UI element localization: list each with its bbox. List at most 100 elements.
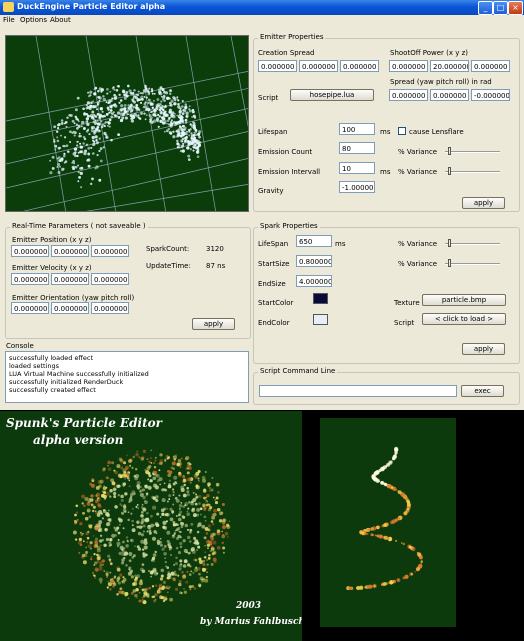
script-command-label: Script Command Line (258, 367, 338, 375)
spark-lifespan-variance-thumb[interactable] (447, 239, 451, 247)
menu-file[interactable]: File (3, 16, 15, 24)
creation-spread-x[interactable]: 0.000000 (258, 60, 297, 72)
emitter-velocity-label: Emitter Velocity (x y z) (12, 264, 92, 272)
spark-count-value: 3120 (206, 245, 224, 253)
emitter-position-y[interactable]: 0.000000 (51, 245, 89, 257)
credit-author: by Marius Fahlbusch (200, 617, 302, 627)
emission-count-input[interactable]: 80 (339, 142, 375, 154)
shootoff-y[interactable]: 20.000000 (430, 60, 469, 72)
emitter-velocity-y[interactable]: 0.000000 (51, 273, 89, 285)
window-title: DuckEngine Particle Editor alpha (17, 2, 166, 11)
console-line: loaded settings (9, 362, 60, 370)
spark-lifespan-unit: ms (335, 240, 346, 248)
spark-apply-button[interactable]: apply (462, 343, 505, 355)
endcolor-swatch[interactable] (313, 314, 328, 325)
exec-button[interactable]: exec (461, 385, 504, 397)
shootoff-z[interactable]: 0.000000 (471, 60, 510, 72)
lifespan-input[interactable]: 100 (339, 123, 375, 135)
emission-interval-input[interactable]: 10 (339, 162, 375, 174)
particle-preview-canvas (6, 36, 248, 211)
startcolor-swatch[interactable] (313, 293, 328, 304)
emitter-apply-button[interactable]: apply (462, 197, 505, 209)
creation-spread-label: Creation Spread (258, 49, 315, 57)
spark-script-button[interactable]: < click to load > (422, 313, 506, 325)
script-command-input[interactable] (259, 385, 457, 397)
editor-window: DuckEngine Particle Editor alpha _ □ × F… (0, 0, 524, 410)
emitter-orientation-yaw[interactable]: 0.000000 (11, 302, 49, 314)
menu-bar: File Options About (0, 15, 524, 26)
realtime-apply-button[interactable]: apply (192, 318, 235, 330)
app-duck-icon (3, 2, 14, 12)
spark-properties-label: Spark Properties (258, 222, 320, 230)
grid-lines (6, 36, 248, 211)
update-time-label: UpdateTime: (146, 262, 191, 270)
emitter-script-button[interactable]: hosepipe.lua (290, 89, 374, 101)
spiral-particles (346, 446, 423, 591)
emitter-orientation-pitch[interactable]: 0.000000 (51, 302, 89, 314)
size-variance-label: % Variance (398, 260, 438, 268)
interval-unit: ms (380, 168, 391, 176)
spread-yaw[interactable]: 0.000000 (389, 89, 428, 101)
console-line: LUA Virtual Machine successfully initial… (9, 370, 149, 378)
lifespan-unit: ms (380, 128, 391, 136)
count-variance-slider[interactable] (445, 151, 500, 153)
interval-variance-thumb[interactable] (447, 167, 451, 175)
maximize-icon[interactable]: □ (493, 1, 508, 15)
spread-pitch[interactable]: 0.000000 (430, 89, 469, 101)
emitter-position-x[interactable]: 0.000000 (11, 245, 49, 257)
count-variance-label: % Variance (398, 148, 438, 156)
gravity-input[interactable]: -1.000000 (339, 181, 375, 193)
title-bar[interactable]: DuckEngine Particle Editor alpha _ □ × (0, 0, 524, 15)
render-viewport[interactable] (5, 35, 249, 212)
interval-variance-slider[interactable] (445, 171, 500, 173)
shootoff-label: ShootOff Power (x y z) (390, 49, 469, 57)
spark-lifespan-input[interactable]: 650 (296, 235, 332, 247)
texture-button[interactable]: particle.bmp (422, 294, 506, 306)
minimize-icon[interactable]: _ (478, 1, 493, 15)
count-variance-thumb[interactable] (447, 147, 451, 155)
spark-lifespan-variance-label: % Variance (398, 240, 438, 248)
size-variance-slider[interactable] (445, 263, 500, 265)
credit-subtitle: alpha version (33, 433, 124, 447)
startsize-input[interactable]: 0.800000 (296, 255, 332, 267)
emitter-position-z[interactable]: 0.000000 (91, 245, 129, 257)
spread-roll[interactable]: -0.000000 (471, 89, 510, 101)
emitter-velocity-x[interactable]: 0.000000 (11, 273, 49, 285)
credit-year: 2003 (236, 601, 262, 611)
console-line: successfully loaded effect (9, 354, 94, 362)
startcolor-label: StartColor (258, 299, 294, 307)
console-output[interactable]: successfully loaded effect loaded settin… (5, 351, 249, 403)
emitter-orientation-label: Emitter Orientation (yaw pitch roll) (12, 294, 135, 302)
spread-label: Spread (yaw pitch roll) in rad (390, 78, 492, 86)
creation-spread-z[interactable]: 0.000000 (340, 60, 379, 72)
menu-options[interactable]: Options (20, 16, 47, 24)
console-line: successfully initialized RenderDuck (9, 378, 124, 386)
shootoff-x[interactable]: 0.000000 (389, 60, 428, 72)
console-label: Console (6, 342, 34, 350)
endsize-label: EndSize (258, 280, 286, 288)
console-line: successfully created effect (9, 386, 96, 394)
interval-variance-label: % Variance (398, 168, 438, 176)
spark-lifespan-label: LifeSpan (258, 240, 289, 248)
endcolor-label: EndColor (258, 319, 290, 327)
size-variance-thumb[interactable] (447, 259, 451, 267)
realtime-parameters-label: Real-Time Parameters ( not saveable ) (10, 222, 148, 230)
endsize-input[interactable]: 4.000000 (296, 275, 332, 287)
close-icon[interactable]: × (508, 1, 523, 15)
lensflare-label: cause Lensflare (409, 128, 464, 136)
sphere-effect-preview: Spunk's Particle Editor alpha version 20… (0, 411, 302, 641)
emitter-orientation-roll[interactable]: 0.000000 (91, 302, 129, 314)
spark-count-label: SparkCount: (146, 245, 190, 253)
emission-count-label: Emission Count (258, 148, 313, 156)
startsize-label: StartSize (258, 260, 290, 268)
menu-about[interactable]: About (50, 16, 71, 24)
spiral-effect-preview (320, 418, 456, 627)
creation-spread-y[interactable]: 0.000000 (299, 60, 338, 72)
spark-script-label: Script (394, 319, 415, 327)
lensflare-checkbox[interactable] (398, 127, 406, 135)
emitter-velocity-z[interactable]: 0.000000 (91, 273, 129, 285)
emission-interval-label: Emission Intervall (258, 168, 321, 176)
script-label: Script (258, 94, 279, 102)
texture-label: Texture (394, 299, 420, 307)
spark-lifespan-variance-slider[interactable] (445, 243, 500, 245)
